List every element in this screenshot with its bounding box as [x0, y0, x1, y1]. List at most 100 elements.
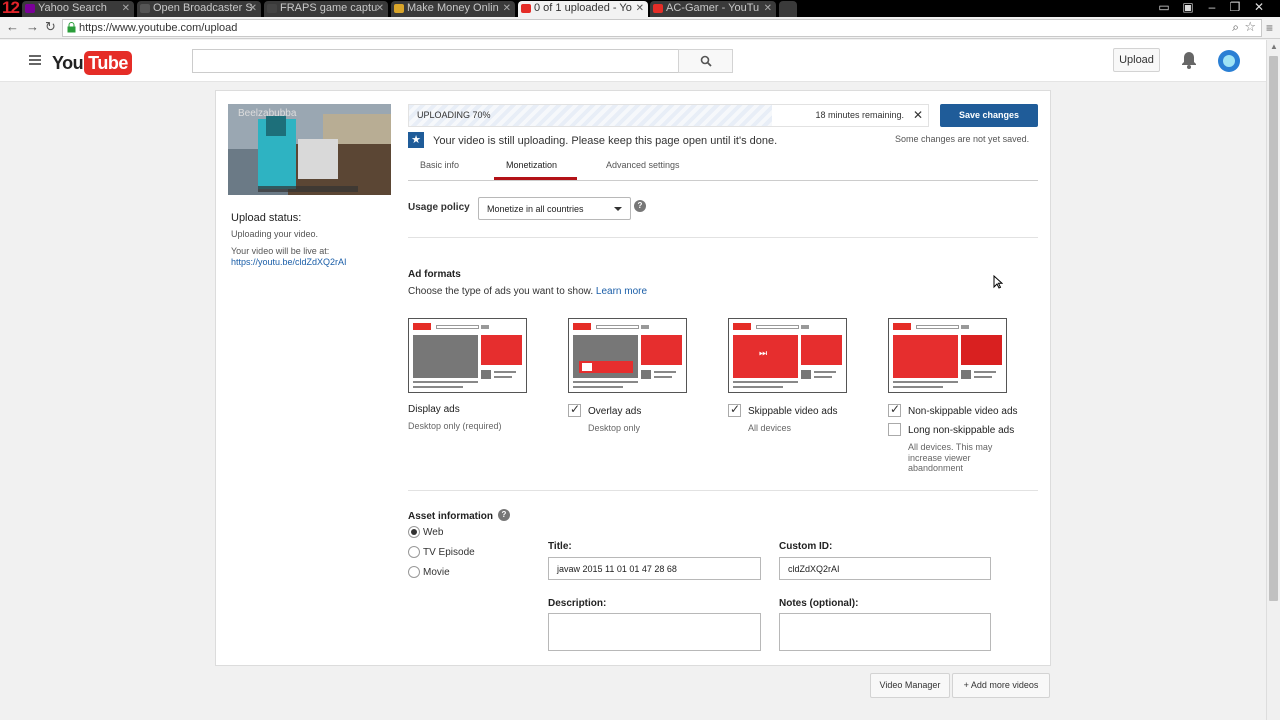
reload-icon[interactable]: ↻	[45, 19, 56, 35]
fraps-favicon-icon	[267, 4, 277, 13]
browser-tab[interactable]: AC-Gamer - YouTu ✕	[650, 1, 776, 17]
learn-more-link[interactable]: Learn more	[596, 286, 647, 297]
help-icon[interactable]: ?	[634, 200, 646, 212]
search-icon	[700, 55, 712, 67]
long-non-skippable-checkbox[interactable]	[888, 423, 901, 436]
guide-menu-icon[interactable]	[29, 55, 41, 65]
asset-type-web-radio[interactable]	[408, 526, 420, 538]
overlay-ads-checkbox[interactable]	[568, 402, 581, 417]
asset-type-web-label: Web	[423, 527, 444, 538]
notes-textarea[interactable]	[779, 613, 991, 651]
window-restore-small-icon[interactable]: ▣	[1177, 0, 1199, 16]
browser-tab[interactable]: Make Money Onlin ✕	[391, 1, 515, 17]
video-thumbnail: Beelzabubba	[228, 104, 391, 195]
asset-title-input[interactable]: javaw 2015 11 01 01 47 28 68	[548, 557, 761, 580]
skippable-ads-checkbox[interactable]	[728, 402, 741, 417]
tab-title: AC-Gamer - YouTu	[666, 2, 760, 14]
title-label: Title:	[548, 541, 572, 552]
close-tab-icon[interactable]: ✕	[764, 1, 772, 16]
video-link[interactable]: https://youtu.be/cldZdXQ2rAI	[231, 257, 347, 267]
scrollbar-thumb[interactable]	[1269, 56, 1278, 601]
page-scrollbar[interactable]: ▲	[1266, 40, 1280, 720]
notes-label: Notes (optional):	[779, 598, 859, 609]
player-nametag: Beelzabubba	[238, 108, 297, 119]
long-non-skippable-sub: All devices. This may	[908, 442, 993, 452]
asset-type-tv-radio[interactable]	[408, 546, 420, 558]
zoom-icon[interactable]: ⌕	[1232, 20, 1239, 35]
close-window-icon[interactable]: ✕	[1248, 0, 1270, 16]
account-avatar[interactable]	[1218, 50, 1240, 72]
upload-status-title: Upload status:	[231, 212, 302, 224]
non-skippable-ads-checkbox[interactable]	[888, 402, 901, 417]
notifications-bell-icon[interactable]	[1181, 51, 1197, 69]
back-icon[interactable]: ←	[6, 19, 19, 34]
minimize-icon[interactable]: –	[1201, 0, 1223, 16]
time-remaining: 18 minutes remaining.	[815, 110, 904, 120]
url-field[interactable]: https://www.youtube.com/upload ⌕ ☆	[62, 19, 1262, 37]
browser-tab-active[interactable]: 0 of 1 uploaded - Yo ✕	[518, 1, 648, 17]
address-bar: ← → ↻ https://www.youtube.com/upload ⌕ ☆…	[0, 17, 1280, 39]
close-tab-icon[interactable]: ✕	[503, 1, 511, 16]
save-changes-button[interactable]: Save changes	[940, 104, 1038, 127]
close-tab-icon[interactable]: ✕	[376, 1, 384, 16]
scroll-up-arrow-icon[interactable]: ▲	[1270, 42, 1278, 51]
asset-type-movie-radio[interactable]	[408, 566, 420, 578]
upload-button[interactable]: Upload	[1113, 48, 1160, 72]
youtube-favicon-icon	[653, 4, 663, 13]
description-label: Description:	[548, 598, 607, 609]
live-at-text: Your video will be live at:	[231, 246, 330, 256]
yahoo-favicon-icon	[25, 4, 35, 13]
maximize-icon[interactable]: ❐	[1224, 0, 1246, 16]
active-tab-indicator	[494, 177, 577, 180]
bookmark-star-icon[interactable]: ☆	[1244, 19, 1256, 35]
usage-policy-label: Usage policy	[408, 202, 470, 213]
unsaved-notice: Some changes are not yet saved.	[895, 134, 1030, 144]
long-non-skippable-sub: increase viewer	[908, 453, 971, 463]
non-skippable-ads-label: Non-skippable video ads	[908, 406, 1018, 417]
settings-tabs: Basic info Monetization Advanced setting…	[408, 153, 1038, 181]
add-more-videos-button[interactable]: + Add more videos	[952, 673, 1050, 698]
browser-menu-icon[interactable]: ≡	[1266, 21, 1273, 35]
close-tab-icon[interactable]: ✕	[249, 1, 257, 16]
browser-tab[interactable]: FRAPS game captu ✕	[264, 1, 388, 17]
help-icon[interactable]: ?	[498, 509, 510, 521]
video-manager-button[interactable]: Video Manager	[870, 673, 950, 698]
youtube-favicon-icon	[521, 4, 531, 13]
logo-you-text: You	[52, 53, 84, 73]
url-text: https://www.youtube.com/upload	[79, 22, 238, 34]
overlay-ads-sub: Desktop only	[588, 423, 641, 433]
obs-favicon-icon	[140, 4, 150, 13]
youtube-logo[interactable]: You Tube	[52, 51, 132, 75]
skip-icon: ⏭	[759, 348, 768, 358]
cancel-upload-icon[interactable]: ✕	[913, 108, 923, 122]
ad-formats-desc-text: Choose the type of ads you want to show.	[408, 286, 594, 297]
search-input[interactable]	[192, 49, 680, 73]
asset-type-tv-label: TV Episode	[423, 547, 475, 558]
progress-label: UPLOADING 70%	[417, 110, 491, 120]
description-textarea[interactable]	[548, 613, 761, 651]
custom-id-input[interactable]: cldZdXQ2rAI	[779, 557, 991, 580]
browser-tab[interactable]: Yahoo Search ✕	[22, 1, 134, 17]
forward-icon[interactable]: →	[26, 19, 39, 34]
plus-icon: +	[963, 680, 969, 690]
ad-formats-description: Choose the type of ads you want to show.…	[408, 286, 647, 297]
browser-tab[interactable]: Open Broadcaster S ✕	[137, 1, 261, 17]
search-button[interactable]	[678, 49, 733, 73]
window-profile-icon[interactable]: ▭	[1153, 0, 1175, 16]
star-info-icon: ★	[408, 132, 424, 148]
close-tab-icon[interactable]: ✕	[122, 1, 130, 16]
tab-monetization[interactable]: Monetization	[506, 160, 557, 170]
upload-message: Your video is still uploading. Please ke…	[433, 135, 778, 147]
display-ads-illustration	[408, 318, 527, 393]
new-tab-button[interactable]	[779, 1, 797, 17]
mouse-cursor-icon	[993, 275, 1003, 289]
tab-basic-info[interactable]: Basic info	[420, 160, 459, 170]
usage-policy-select[interactable]: Monetize in all countries	[478, 197, 631, 220]
non-skippable-ads-illustration	[888, 318, 1007, 393]
long-non-skippable-label: Long non-skippable ads	[908, 425, 1015, 436]
display-ads-label: Display ads	[408, 404, 460, 415]
tab-advanced-settings[interactable]: Advanced settings	[606, 160, 680, 170]
close-tab-icon[interactable]: ✕	[636, 1, 644, 16]
tab-title: FRAPS game captu	[280, 2, 378, 14]
upload-status-text: Uploading your video.	[231, 229, 319, 239]
